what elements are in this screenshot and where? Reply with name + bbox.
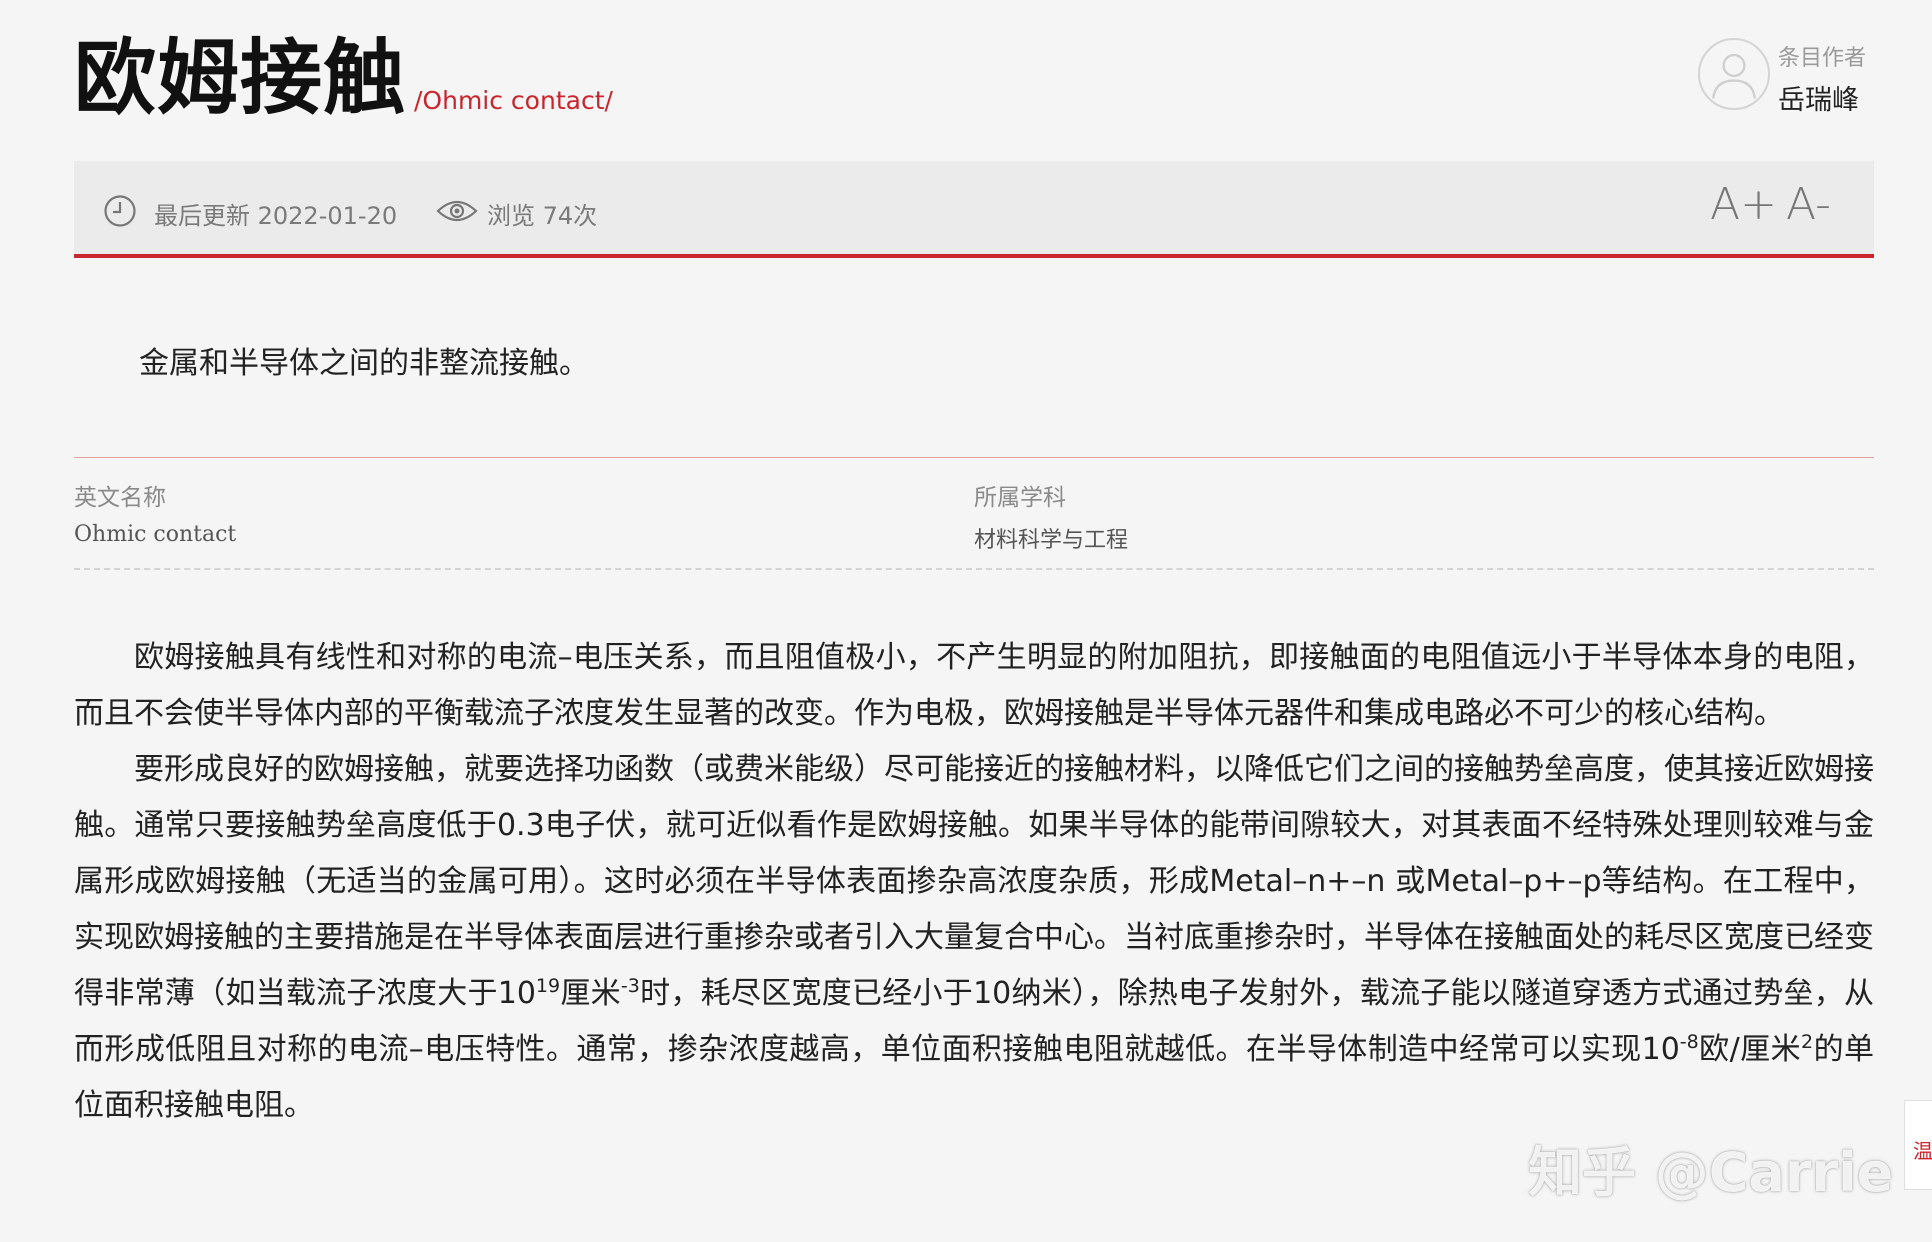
info-bottom-divider [74,568,1874,570]
page-title: 欧姆接触 [74,31,407,126]
discipline-value[interactable]: 材料科学与工程 [974,522,1128,554]
author-name[interactable]: 岳瑞峰 [1778,78,1859,117]
page-subtitle: /Ohmic contact/ [414,86,613,115]
summary-text: 金属和半导体之间的非整流接触。 [139,346,589,381]
user-avatar-icon [1698,38,1770,110]
english-name-value: Ohmic contact [74,522,237,547]
floating-side-tab[interactable]: 温 [1904,1100,1932,1190]
floating-tab-label: 温 [1913,1139,1932,1163]
view-count: 浏览 74次 [487,202,598,230]
last-updated: 最后更新 2022-01-20 [154,202,398,230]
meta-toolbar: 最后更新 2022-01-20 浏览 74次 A+ A- [74,161,1874,258]
english-name-label: 英文名称 [74,485,166,511]
font-increase-button[interactable]: A+ [1710,183,1777,227]
article-body: 欧姆接触具有线性和对称的电流–电压关系，而且阻值极小，不产生明显的附加阻抗，即接… [74,630,1874,1134]
zhihu-watermark: 知乎 @Carrie [1528,1141,1894,1204]
body-paragraph-2: 要形成良好的欧姆接触，就要选择功函数（或费米能级）尽可能接近的接触材料，以降低它… [74,752,1875,1123]
info-top-divider [74,457,1874,458]
author-card[interactable]: 条目作者 岳瑞峰 [1698,36,1898,118]
author-label: 条目作者 [1778,46,1867,71]
eye-icon [436,200,478,222]
body-paragraph-1: 欧姆接触具有线性和对称的电流–电压关系，而且阻值极小，不产生明显的附加阻抗，即接… [74,640,1874,731]
discipline-label: 所属学科 [974,485,1066,511]
clock-icon [104,195,136,227]
font-decrease-button[interactable]: A- [1786,183,1831,227]
